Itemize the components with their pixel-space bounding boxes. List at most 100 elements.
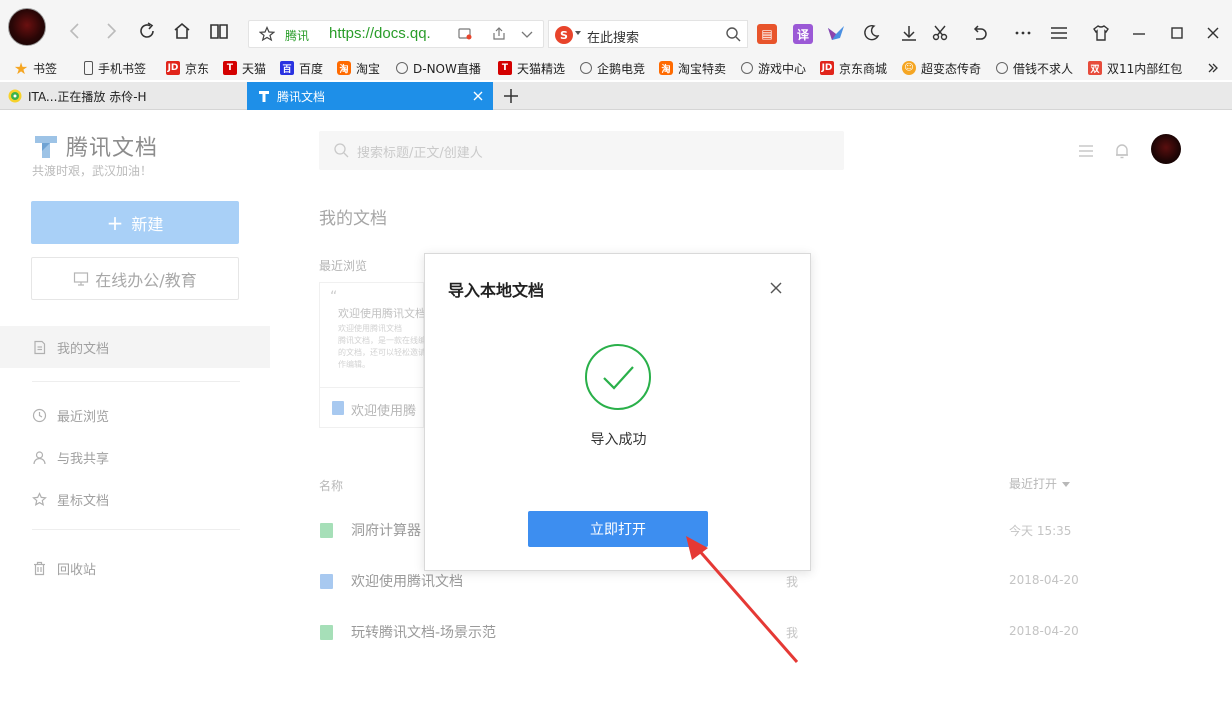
sidebar-item-my-docs[interactable]: 我的文档: [0, 326, 270, 368]
page-title: 我的文档: [319, 204, 387, 229]
bookmark-item[interactable]: T天猫: [223, 59, 266, 77]
red-envelope-icon: 双: [1088, 61, 1102, 75]
monitor-icon: [73, 271, 89, 287]
search-icon[interactable]: [725, 26, 741, 42]
sidebar-item-label: 星标文档: [57, 490, 109, 509]
bookmark-item[interactable]: 游戏中心: [741, 59, 806, 77]
user-icon: [32, 450, 47, 465]
sidebar-item-starred[interactable]: 星标文档: [0, 478, 270, 520]
address-url[interactable]: https://docs.qq.: [329, 25, 431, 42]
bookmark-label: 书签: [33, 60, 57, 77]
reader-icon[interactable]: [208, 20, 230, 42]
refresh-icon[interactable]: [136, 20, 158, 42]
more-icon[interactable]: [1014, 24, 1032, 42]
logo[interactable]: 腾讯文档: [32, 130, 158, 162]
tab-close-icon[interactable]: [471, 89, 485, 103]
bookmark-item[interactable]: 双双11内部红包: [1088, 59, 1182, 77]
jd-icon: JD: [166, 61, 180, 75]
tencent-docs-favicon: [257, 89, 271, 103]
search-engine-icon[interactable]: S: [555, 26, 573, 44]
bookmark-item[interactable]: 百百度: [280, 59, 323, 77]
column-header-name[interactable]: 名称: [319, 477, 343, 494]
tab-tencent-docs[interactable]: 腾讯文档: [247, 82, 493, 110]
bookmark-star-icon[interactable]: [259, 26, 275, 42]
user-avatar[interactable]: [1151, 134, 1181, 164]
sidebar-item-label: 与我共享: [57, 448, 109, 467]
phone-icon: [84, 61, 93, 75]
search-engine-caret-icon[interactable]: [575, 31, 581, 35]
card-preview-line: 作编辑。: [338, 359, 370, 370]
forward-icon[interactable]: [100, 20, 122, 42]
close-icon[interactable]: [768, 280, 784, 296]
doc-time: 今天 15:35: [1009, 522, 1071, 539]
globe-icon: [996, 62, 1008, 74]
translate-extension-icon[interactable]: 译: [793, 24, 813, 44]
news-extension-icon[interactable]: ▤: [757, 24, 777, 44]
menu-icon[interactable]: [1050, 24, 1068, 42]
bookmark-label: 超变态传奇: [921, 60, 981, 77]
browser-search-bar[interactable]: S 在此搜索: [548, 20, 748, 48]
doc-name: 玩转腾讯文档-场景示范: [351, 622, 496, 642]
doc-time: 2018-04-20: [1009, 624, 1079, 638]
doc-file-icon: [320, 574, 333, 589]
maximize-icon[interactable]: [1168, 24, 1186, 42]
bookmark-label: 天猫: [242, 60, 266, 77]
bookmark-item[interactable]: 借钱不求人: [996, 59, 1073, 77]
bookmark-item[interactable]: 手机书签: [84, 59, 146, 77]
bookmark-item[interactable]: 企鹅电竞: [580, 59, 645, 77]
sidebar-item-trash[interactable]: 回收站: [0, 547, 270, 589]
undo-icon[interactable]: [970, 24, 988, 42]
new-document-button[interactable]: + 新建: [31, 201, 239, 244]
column-header-label: 最近打开: [1009, 477, 1057, 491]
sidebar-item-label: 最近浏览: [57, 406, 109, 425]
sheet-file-icon: [320, 523, 333, 538]
import-dialog: 导入本地文档 导入成功 立即打开: [424, 253, 811, 571]
bookmark-item[interactable]: D-NOW直播: [396, 59, 481, 77]
minimize-icon[interactable]: [1130, 24, 1148, 42]
profile-avatar[interactable]: [8, 8, 46, 46]
recent-doc-card[interactable]: “ 欢迎使用腾讯文档 欢迎使用腾讯文档 腾讯文档，是一款在线编辑 的文档，还可以…: [319, 282, 424, 428]
chevron-down-icon[interactable]: [519, 26, 535, 42]
skin-icon[interactable]: [1092, 24, 1110, 42]
address-bar[interactable]: 腾讯 https://docs.qq.: [248, 20, 544, 48]
open-now-button[interactable]: 立即打开: [528, 511, 708, 547]
bookmark-item[interactable]: JD京东商城: [820, 59, 887, 77]
sidebar-item-recent[interactable]: 最近浏览: [0, 394, 270, 436]
search-icon: [333, 142, 349, 158]
bookmark-item[interactable]: 淘淘宝: [337, 59, 380, 77]
share-icon[interactable]: [491, 26, 507, 42]
window-close-icon[interactable]: [1204, 24, 1222, 42]
bookmarks-overflow-icon[interactable]: [1206, 59, 1220, 77]
back-icon[interactable]: [64, 20, 86, 42]
recent-section-label: 最近浏览: [319, 257, 367, 274]
jd-icon: JD: [820, 61, 834, 75]
smiley-icon: ☺: [902, 61, 916, 75]
bookmark-label: 借钱不求人: [1013, 60, 1073, 77]
bookmark-item[interactable]: ☺ 超变态传奇: [902, 59, 981, 77]
home-icon[interactable]: [171, 20, 193, 42]
bell-icon[interactable]: [1113, 142, 1131, 160]
tab-music[interactable]: ITA...正在播放 赤伶-H: [0, 82, 246, 110]
list-view-icon[interactable]: [1077, 142, 1095, 160]
new-tab-icon[interactable]: [502, 87, 520, 105]
scissors-icon[interactable]: [932, 24, 950, 42]
plus-icon: +: [107, 211, 124, 235]
online-office-button[interactable]: 在线办公/教育: [31, 257, 239, 300]
docs-search-input[interactable]: 搜索标题/正文/创建人: [319, 131, 844, 170]
bookmark-item[interactable]: 淘淘宝特卖: [659, 59, 726, 77]
logo-text: 腾讯文档: [66, 130, 158, 162]
bird-extension-icon[interactable]: [826, 24, 846, 44]
success-check-icon: [584, 343, 652, 411]
baidu-icon: 百: [280, 61, 294, 75]
column-header-last-opened[interactable]: 最近打开: [1009, 475, 1070, 492]
tab-label: 腾讯文档: [277, 88, 325, 105]
table-row[interactable]: 玩转腾讯文档-场景示范 我 2018-04-20: [319, 612, 1179, 652]
globe-icon: [741, 62, 753, 74]
bookmark-item[interactable]: ★书签: [14, 59, 57, 77]
bookmark-item[interactable]: T天猫精选: [498, 59, 565, 77]
bookmark-item[interactable]: JD京东: [166, 59, 209, 77]
download-icon[interactable]: [900, 24, 918, 42]
sidebar-item-shared[interactable]: 与我共享: [0, 436, 270, 478]
shield-icon[interactable]: [457, 26, 473, 42]
night-mode-icon[interactable]: [862, 24, 880, 42]
